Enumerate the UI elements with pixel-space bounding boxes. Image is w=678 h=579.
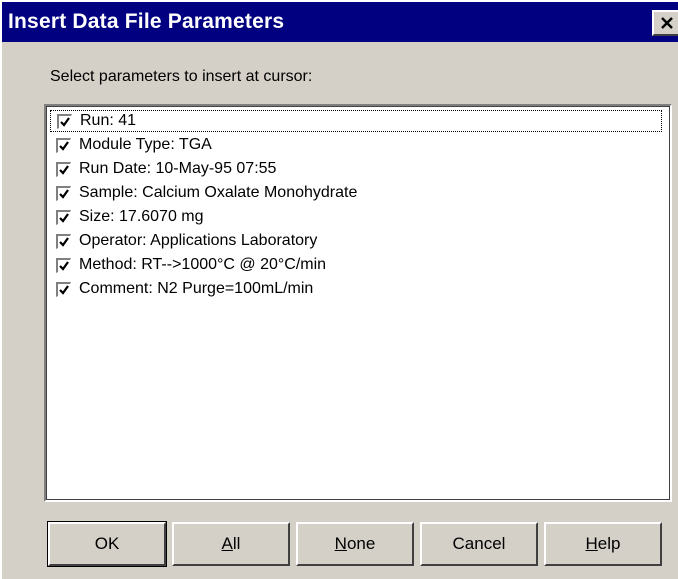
- checkbox[interactable]: [56, 233, 71, 249]
- all-button[interactable]: All: [172, 522, 290, 566]
- list-item-label: Run Date: 10-May-95 07:55: [79, 160, 277, 177]
- all-label-rest: ll: [232, 534, 241, 553]
- list-item-label: Run: 41: [80, 112, 137, 129]
- insert-data-file-parameters-dialog: Insert Data File Parameters Select param…: [0, 0, 678, 579]
- checkmark-icon: [59, 236, 69, 247]
- list-item-comment[interactable]: Comment: N2 Purge=100mL/min: [50, 278, 662, 300]
- list-item-label: Method: RT-->1000°C @ 20°C/min: [79, 256, 327, 273]
- checkbox[interactable]: [56, 185, 71, 201]
- close-button[interactable]: [652, 10, 678, 36]
- list-item-sample[interactable]: Sample: Calcium Oxalate Monohydrate: [50, 182, 662, 204]
- list-item-label: Comment: N2 Purge=100mL/min: [79, 280, 314, 297]
- none-button[interactable]: None: [296, 522, 414, 566]
- all-accelerator: A: [221, 534, 233, 553]
- checkbox[interactable]: [56, 137, 71, 153]
- list-item-run[interactable]: Run: 41: [50, 110, 662, 132]
- none-button-label: None: [335, 534, 376, 554]
- help-button[interactable]: Help: [544, 522, 662, 566]
- checkmark-icon: [59, 260, 69, 271]
- list-item-operator[interactable]: Operator: Applications Laboratory: [50, 230, 662, 252]
- list-item-label: Size: 17.6070 mg: [79, 208, 204, 225]
- help-button-label: Help: [586, 534, 621, 554]
- cancel-button-label: Cancel: [452, 534, 506, 553]
- list-item-run-date[interactable]: Run Date: 10-May-95 07:55: [50, 158, 662, 180]
- all-button-label: All: [222, 534, 241, 554]
- none-label-rest: one: [346, 534, 376, 553]
- instruction-label: Select parameters to insert at cursor:: [50, 68, 313, 85]
- none-accelerator: N: [334, 534, 347, 553]
- help-accelerator: H: [585, 534, 598, 553]
- list-item-label: Module Type: TGA: [79, 136, 212, 153]
- checkmark-icon: [59, 212, 69, 223]
- window-title: Insert Data File Parameters: [8, 10, 285, 33]
- list-item-label: Sample: Calcium Oxalate Monohydrate: [79, 184, 358, 201]
- list-item-method[interactable]: Method: RT-->1000°C @ 20°C/min: [50, 254, 662, 276]
- checkmark-icon: [59, 188, 69, 199]
- checkbox[interactable]: [56, 281, 71, 297]
- checkbox[interactable]: [57, 113, 72, 129]
- ok-button[interactable]: OK: [47, 521, 167, 567]
- list-item-label: Operator: Applications Laboratory: [79, 232, 318, 249]
- checkmark-icon: [59, 164, 69, 175]
- parameters-listbox[interactable]: Run: 41 Module Type: TGA Run Date: 10-Ma…: [44, 104, 672, 502]
- checkmark-icon: [59, 140, 69, 151]
- list-item-module-type[interactable]: Module Type: TGA: [50, 134, 662, 156]
- ok-button-label: OK: [94, 534, 120, 553]
- checkbox[interactable]: [56, 161, 71, 177]
- close-icon: [661, 17, 673, 29]
- checkmark-icon: [59, 284, 69, 295]
- help-label-rest: elp: [597, 534, 621, 553]
- checkbox[interactable]: [56, 209, 71, 225]
- list-item-size[interactable]: Size: 17.6070 mg: [50, 206, 662, 228]
- title-bar[interactable]: Insert Data File Parameters: [2, 2, 678, 42]
- checkbox[interactable]: [56, 257, 71, 273]
- checkmark-icon: [60, 116, 70, 127]
- cancel-button[interactable]: Cancel: [420, 522, 538, 566]
